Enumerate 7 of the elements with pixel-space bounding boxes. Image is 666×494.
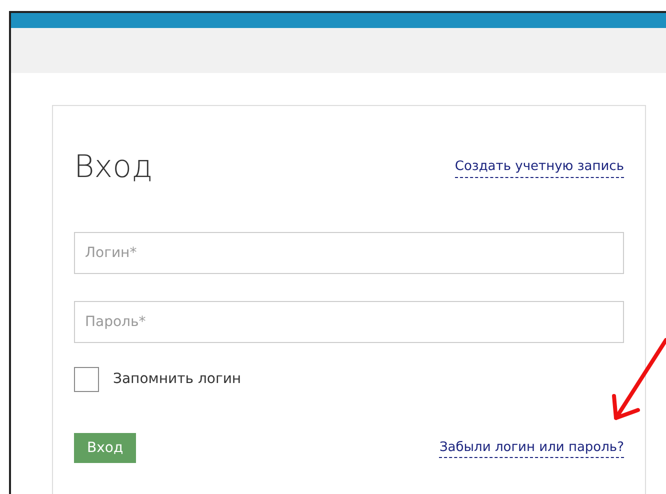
checkbox[interactable] (74, 367, 99, 392)
form-title: Вход (74, 152, 153, 183)
checkbox-label: Запомнить логин (113, 370, 242, 389)
input-field[interactable]: Пароль* (74, 301, 624, 343)
create-account-link[interactable]: Создать учетную запись (454, 157, 624, 178)
input-field[interactable]: Логин* (74, 232, 624, 274)
forgot-password-link[interactable]: Забыли логин или пароль? (439, 438, 624, 458)
